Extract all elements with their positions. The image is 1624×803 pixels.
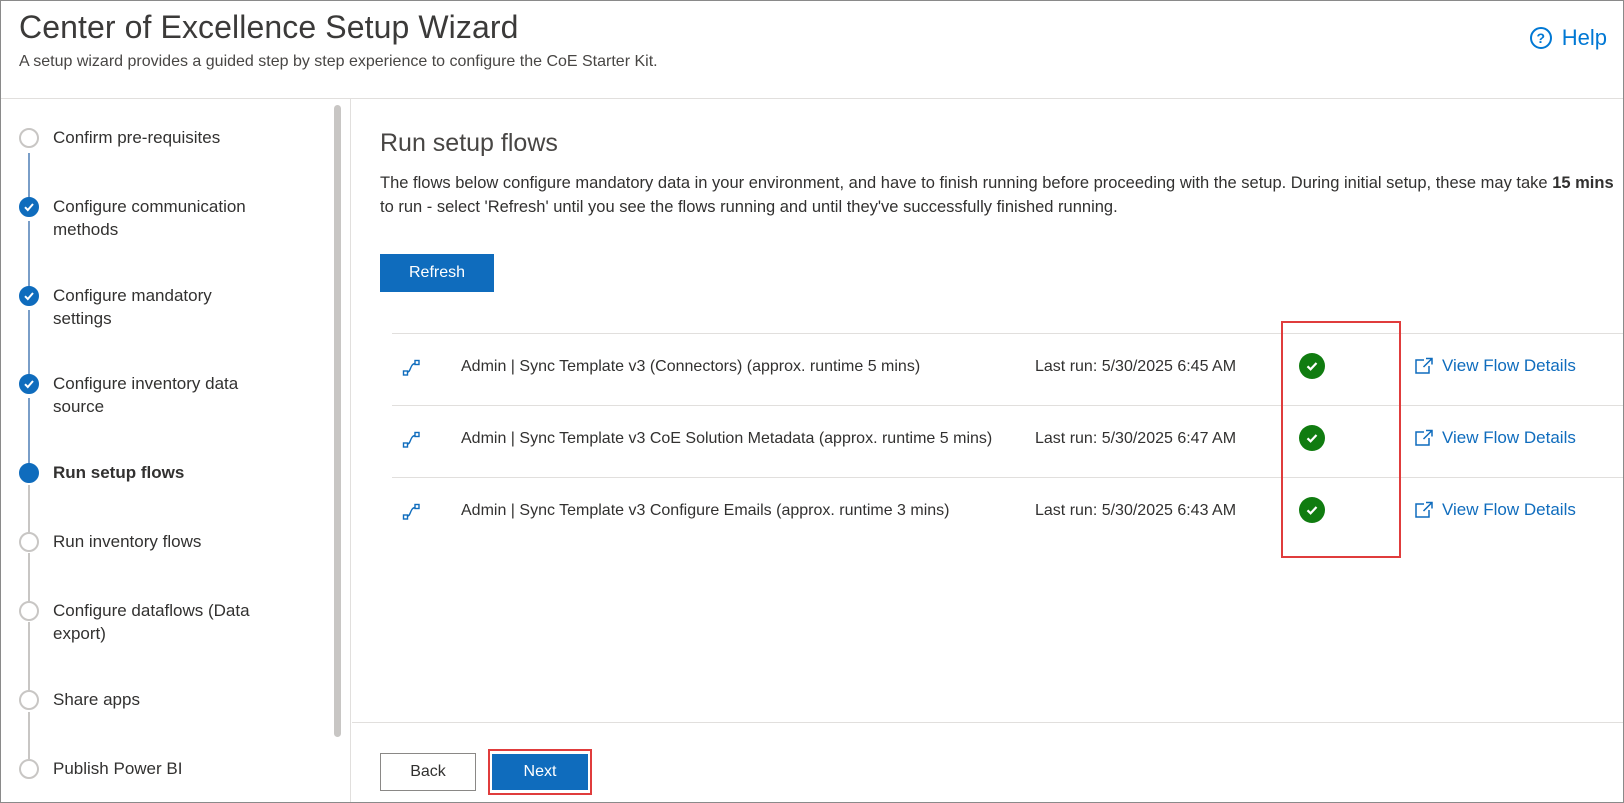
help-link[interactable]: ? Help: [1529, 25, 1607, 51]
flow-last-run: Last run: 5/30/2025 6:47 AM: [1035, 430, 1237, 447]
flow-icon: [402, 431, 420, 448]
back-button[interactable]: Back: [380, 753, 476, 791]
step-pending-icon: [19, 532, 39, 552]
description-emphasis: 15 mins: [1552, 174, 1614, 192]
step-label: Share apps: [53, 690, 140, 709]
step-label: Run inventory flows: [53, 532, 202, 551]
flow-icon: [402, 359, 420, 376]
step-configure-mandatory-settings[interactable]: Configure mandatory settings: [19, 286, 299, 330]
step-confirm-prerequisites[interactable]: Confirm pre-requisites: [19, 128, 299, 149]
question-icon: ?: [1529, 27, 1552, 49]
step-connector: [28, 485, 30, 533]
help-label: Help: [1561, 25, 1607, 50]
link-label: View Flow Details: [1442, 428, 1576, 447]
step-pending-icon: [19, 690, 39, 710]
flow-row: Admin | Sync Template v3 (Connectors) (a…: [392, 333, 1623, 405]
step-label: Configure communication methods: [53, 197, 246, 239]
flow-last-run: Last run: 5/30/2025 6:45 AM: [1035, 358, 1237, 375]
flow-list: Admin | Sync Template v3 (Connectors) (a…: [392, 333, 1623, 549]
footer-divider: [352, 722, 1623, 723]
page-subtitle: A setup wizard provides a guided step by…: [19, 53, 658, 70]
description-text: to run - select 'Refresh' until you see …: [380, 198, 1118, 216]
flow-row: Admin | Sync Template v3 Configure Email…: [392, 477, 1623, 549]
step-navigation: Confirm pre-requisites Configure communi…: [1, 99, 351, 802]
status-column-highlight: [1281, 321, 1401, 558]
link-label: View Flow Details: [1442, 356, 1576, 375]
step-complete-check-icon: [19, 286, 39, 306]
sidebar-scrollbar[interactable]: [334, 105, 341, 737]
step-label: Configure inventory data source: [53, 374, 239, 416]
page-header: Center of Excellence Setup Wizard A setu…: [1, 1, 1623, 99]
refresh-button[interactable]: Refresh: [380, 254, 494, 292]
section-description: The flows below configure mandatory data…: [380, 171, 1615, 219]
step-publish-power-bi[interactable]: Publish Power BI: [19, 759, 299, 780]
step-pending-icon: [19, 128, 39, 148]
flow-name: Admin | Sync Template v3 CoE Solution Me…: [461, 430, 993, 447]
step-configure-inventory-source[interactable]: Configure inventory data source: [19, 374, 299, 418]
page-title: Center of Excellence Setup Wizard: [19, 9, 519, 45]
step-label: Run setup flows: [53, 463, 185, 482]
step-label: Confirm pre-requisites: [53, 128, 221, 147]
view-flow-details-link[interactable]: View Flow Details: [1414, 356, 1576, 376]
step-label: Publish Power BI: [53, 759, 183, 778]
flow-name: Admin | Sync Template v3 Configure Email…: [461, 502, 950, 519]
step-configure-dataflows[interactable]: Configure dataflows (Data export): [19, 601, 299, 645]
open-external-icon: [1415, 357, 1433, 374]
step-label: Configure dataflows (Data export): [53, 601, 250, 643]
step-pending-icon: [19, 759, 39, 779]
step-complete-check-icon: [19, 374, 39, 394]
open-external-icon: [1415, 429, 1433, 446]
flow-icon: [402, 503, 420, 520]
description-text: The flows below configure mandatory data…: [380, 174, 1553, 192]
step-run-inventory-flows[interactable]: Run inventory flows: [19, 532, 299, 553]
step-connector: [28, 712, 30, 760]
view-flow-details-link[interactable]: View Flow Details: [1414, 500, 1576, 520]
step-configure-communication[interactable]: Configure communication methods: [19, 197, 299, 241]
step-pending-icon: [19, 601, 39, 621]
flow-row: Admin | Sync Template v3 CoE Solution Me…: [392, 405, 1623, 477]
step-connector: [28, 553, 30, 601]
flow-last-run: Last run: 5/30/2025 6:43 AM: [1035, 502, 1237, 519]
next-button[interactable]: Next: [492, 754, 588, 790]
step-complete-check-icon: [19, 197, 39, 217]
step-run-setup-flows[interactable]: Run setup flows: [19, 463, 299, 484]
link-label: View Flow Details: [1442, 500, 1576, 519]
view-flow-details-link[interactable]: View Flow Details: [1414, 428, 1576, 448]
step-share-apps[interactable]: Share apps: [19, 690, 299, 711]
wizard-window: Center of Excellence Setup Wizard A setu…: [0, 0, 1624, 803]
flow-name: Admin | Sync Template v3 (Connectors) (a…: [461, 358, 921, 375]
section-title: Run setup flows: [380, 129, 558, 157]
open-external-icon: [1415, 501, 1433, 518]
main-content: Run setup flows The flows below configur…: [352, 99, 1623, 802]
step-current-icon: [19, 463, 39, 483]
step-connector: [28, 153, 30, 201]
step-label: Configure mandatory settings: [53, 286, 212, 328]
